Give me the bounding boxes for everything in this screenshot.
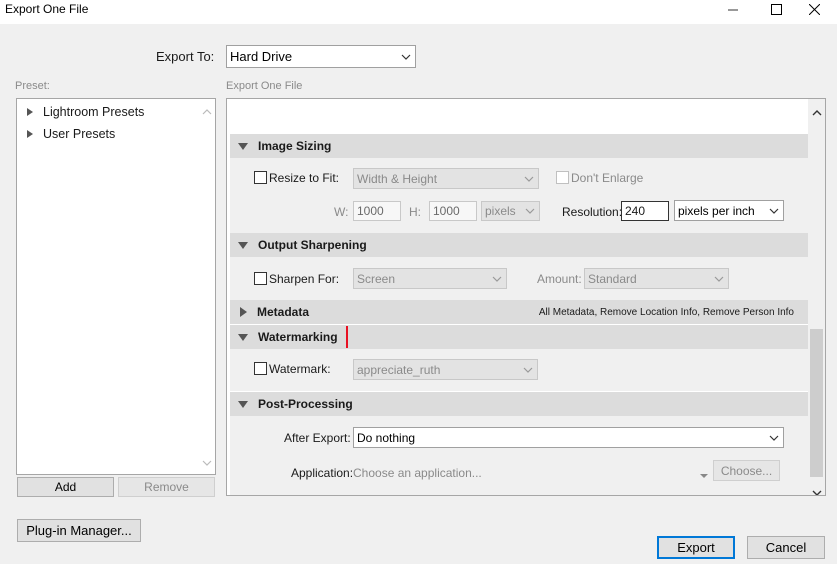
chevron-down-icon xyxy=(710,269,728,288)
expand-arrow-icon xyxy=(27,108,33,116)
resolution-unit-dropdown[interactable]: pixels per inch xyxy=(674,200,784,221)
width-label: W: xyxy=(334,205,349,219)
panel-label: Export One File xyxy=(226,80,303,92)
minimize-icon xyxy=(728,4,738,18)
after-export-value: Do nothing xyxy=(357,430,416,445)
scroll-down-icon[interactable] xyxy=(812,485,822,495)
choose-application-button[interactable]: Choose... xyxy=(713,460,780,481)
preset-item-user[interactable]: User Presets xyxy=(27,127,115,141)
maximize-icon xyxy=(770,4,782,18)
export-settings-panel: Image Sizing Resize to Fit: Width & Heig… xyxy=(226,98,826,496)
application-label: Application: xyxy=(291,466,354,480)
watermark-dropdown[interactable]: appreciate_ruth xyxy=(353,359,538,380)
section-title: Output Sharpening xyxy=(258,238,367,252)
remove-preset-button[interactable]: Remove xyxy=(118,477,215,497)
size-unit-value: pixels xyxy=(485,204,516,218)
section-title: Image Sizing xyxy=(258,139,332,153)
export-to-dropdown[interactable]: Hard Drive xyxy=(226,45,416,68)
section-image-sizing-body: Resize to Fit: Width & Height Don't Enla… xyxy=(230,158,808,233)
section-post-processing-header[interactable]: Post-Processing xyxy=(230,392,808,416)
plugin-manager-button[interactable]: Plug-in Manager... xyxy=(17,519,141,542)
resize-to-fit-label: Resize to Fit: xyxy=(269,171,340,185)
height-input[interactable]: 1000 xyxy=(429,201,477,221)
resize-to-fit-checkbox[interactable] xyxy=(254,171,267,184)
export-button[interactable]: Export xyxy=(657,536,735,559)
chevron-down-icon xyxy=(519,360,537,379)
section-watermarking-body: Watermark: appreciate_ruth xyxy=(230,349,808,391)
height-label: H: xyxy=(409,205,421,219)
close-button[interactable] xyxy=(791,0,837,22)
dont-enlarge-label: Don't Enlarge xyxy=(571,171,644,185)
expand-arrow-icon xyxy=(240,307,247,317)
preset-scrollbar[interactable] xyxy=(200,100,214,473)
sharpen-for-dropdown[interactable]: Screen xyxy=(353,268,507,289)
section-metadata-header[interactable]: Metadata All Metadata, Remove Location I… xyxy=(230,300,808,324)
section-title: Watermarking xyxy=(258,330,338,344)
add-preset-button[interactable]: Add xyxy=(17,477,114,497)
scroll-thumb[interactable] xyxy=(810,329,823,477)
resize-mode-dropdown[interactable]: Width & Height xyxy=(353,168,539,189)
scroll-up-icon[interactable] xyxy=(812,105,822,119)
section-title: Metadata xyxy=(257,305,310,319)
close-icon xyxy=(808,3,820,18)
red-marker xyxy=(346,326,348,348)
section-image-sizing-header[interactable]: Image Sizing xyxy=(230,134,808,158)
chevron-down-icon xyxy=(488,269,506,288)
preset-label: Preset: xyxy=(15,80,50,92)
chevron-down-icon xyxy=(520,169,538,188)
section-title: Post-Processing xyxy=(258,397,353,411)
preset-item-label: Lightroom Presets xyxy=(43,105,145,119)
chevron-down-icon xyxy=(765,428,783,447)
watermark-label: Watermark: xyxy=(269,362,331,376)
watermark-value: appreciate_ruth xyxy=(357,362,441,377)
after-export-label: After Export: xyxy=(284,431,351,445)
application-field[interactable]: Choose an application... xyxy=(353,466,482,480)
collapse-arrow-icon xyxy=(238,142,248,150)
section-output-sharpening-body: Sharpen For: Screen Amount: Standard xyxy=(230,257,808,300)
watermark-checkbox[interactable] xyxy=(254,362,267,375)
cancel-button[interactable]: Cancel xyxy=(747,536,825,559)
section-watermarking-header[interactable]: Watermarking xyxy=(230,325,808,349)
width-input[interactable]: 1000 xyxy=(353,201,401,221)
expand-arrow-icon xyxy=(27,130,33,138)
dont-enlarge-checkbox[interactable] xyxy=(556,171,569,184)
export-to-value: Hard Drive xyxy=(230,49,293,64)
minimize-button[interactable] xyxy=(710,0,756,22)
chevron-down-icon xyxy=(521,202,539,220)
size-unit-dropdown[interactable]: pixels xyxy=(481,201,540,221)
collapse-arrow-icon xyxy=(238,333,248,341)
sharpen-for-value: Screen xyxy=(357,271,396,286)
scroll-up-icon[interactable] xyxy=(202,104,212,118)
sharpen-for-label: Sharpen For: xyxy=(269,272,340,286)
chevron-down-icon xyxy=(765,201,783,220)
application-dropdown-icon[interactable] xyxy=(699,468,709,482)
amount-value: Standard xyxy=(588,271,637,286)
preset-item-lightroom[interactable]: Lightroom Presets xyxy=(27,105,144,119)
settings-scrollbar[interactable] xyxy=(808,99,825,495)
resolution-unit-value: pixels per inch xyxy=(678,203,755,218)
scroll-down-icon[interactable] xyxy=(202,455,212,469)
amount-label: Amount: xyxy=(537,272,582,286)
section-post-processing-body: After Export: Do nothing Application: Ch… xyxy=(230,416,808,495)
preset-list[interactable]: Lightroom Presets User Presets xyxy=(16,98,216,475)
window-title: Export One File xyxy=(5,2,89,16)
resize-mode-value: Width & Height xyxy=(357,171,438,186)
collapse-arrow-icon xyxy=(238,241,248,249)
chevron-down-icon xyxy=(397,46,415,67)
section-output-sharpening-header[interactable]: Output Sharpening xyxy=(230,233,808,257)
resolution-input[interactable]: 240 xyxy=(621,201,669,221)
preset-item-label: User Presets xyxy=(43,127,116,141)
amount-dropdown[interactable]: Standard xyxy=(584,268,729,289)
after-export-dropdown[interactable]: Do nothing xyxy=(353,427,784,448)
collapse-arrow-icon xyxy=(238,400,248,408)
export-to-label: Export To: xyxy=(156,49,215,64)
resolution-label: Resolution: xyxy=(562,205,623,219)
metadata-summary: All Metadata, Remove Location Info, Remo… xyxy=(538,306,794,318)
sharpen-for-checkbox[interactable] xyxy=(254,272,267,285)
